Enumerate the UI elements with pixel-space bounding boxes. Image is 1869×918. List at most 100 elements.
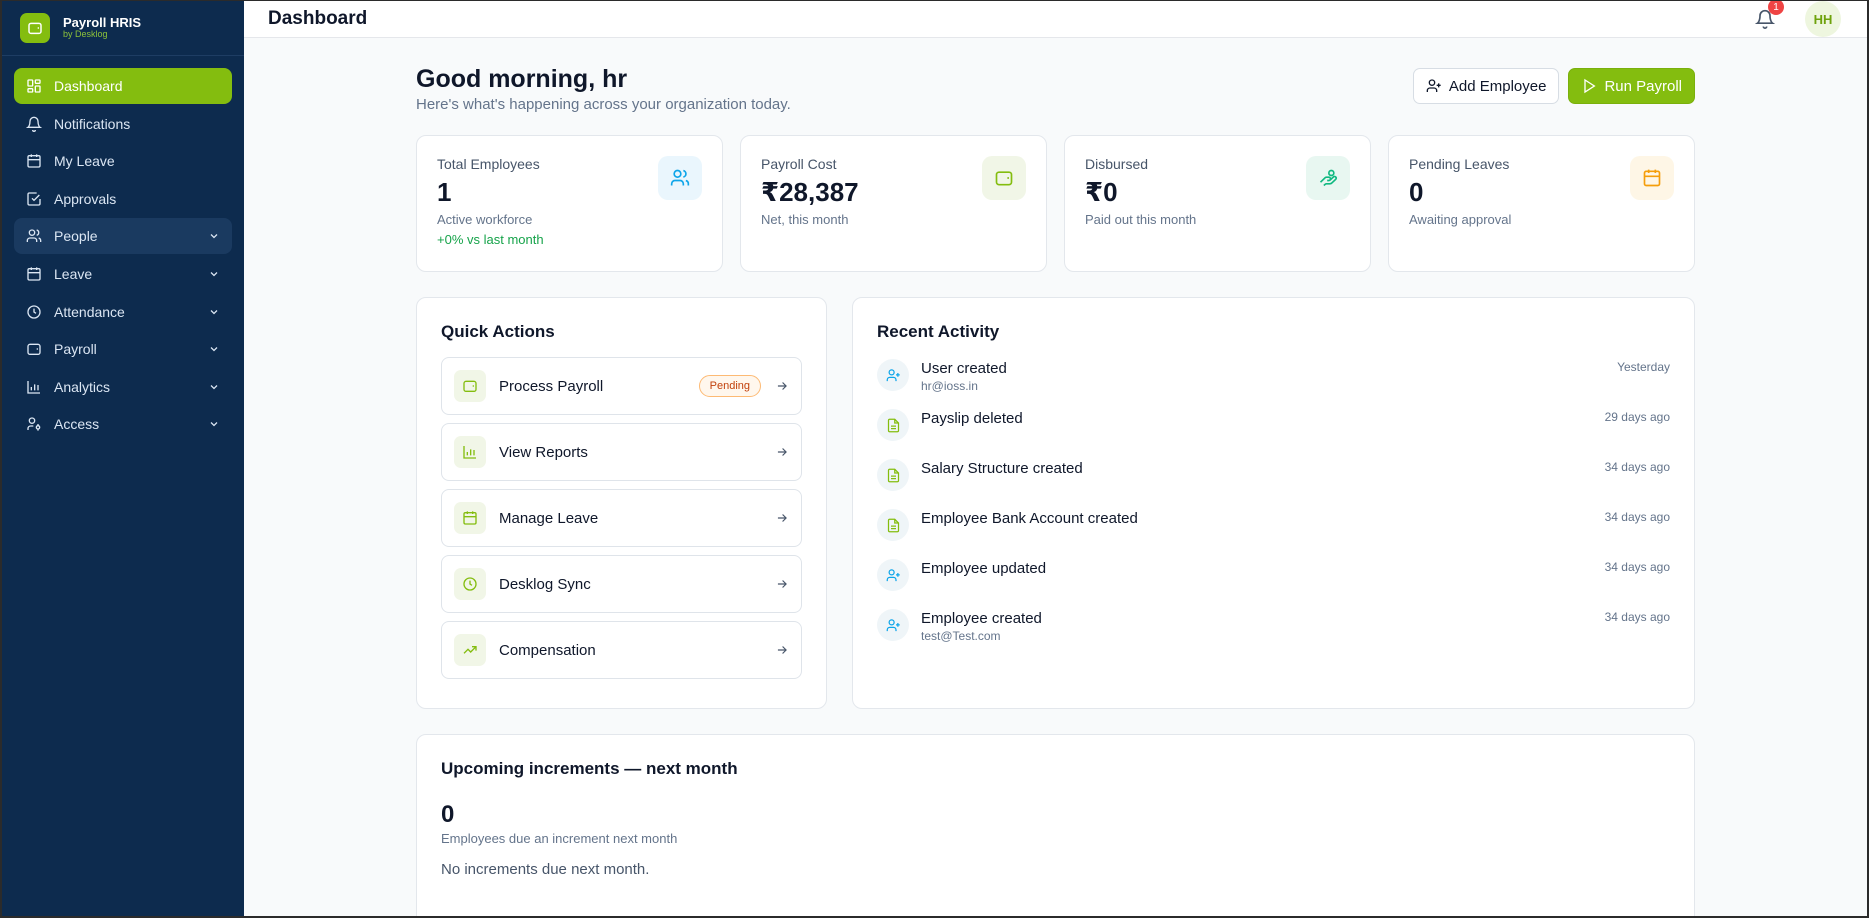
quick-action-compensation[interactable]: Compensation <box>441 621 802 679</box>
wallet-icon <box>982 156 1026 200</box>
file-text-icon <box>877 409 909 441</box>
sidebar-item-label: My Leave <box>54 153 115 170</box>
check-square-icon <box>27 192 41 206</box>
activity-time: 34 days ago <box>1604 560 1670 574</box>
file-text-icon <box>877 459 909 491</box>
quick-action-view-reports[interactable]: View Reports <box>441 423 802 481</box>
activity-item: Salary Structure created 34 days ago <box>877 458 1670 508</box>
run-payroll-label: Run Payroll <box>1604 77 1682 95</box>
sidebar-item-my-leave[interactable]: My Leave <box>14 143 232 179</box>
avatar[interactable]: HH <box>1805 1 1841 37</box>
sidebar-item-analytics[interactable]: Analytics <box>14 369 232 405</box>
increments-title: Upcoming increments — next month <box>441 759 738 778</box>
calendar-icon <box>454 502 486 534</box>
quick-action-label: View Reports <box>499 443 588 461</box>
chevron-down-icon[interactable] <box>208 230 220 242</box>
activity-time: 34 days ago <box>1604 610 1670 624</box>
sidebar-nav: Dashboard Notifications My Leave Approva… <box>2 56 244 456</box>
activity-item: User created hr@ioss.in Yesterday <box>877 358 1670 408</box>
recent-activity-title: Recent Activity <box>877 322 1000 341</box>
stat-card-pending-leaves: Pending Leaves 0 Awaiting approval <box>1388 135 1695 272</box>
activity-title: Employee updated <box>921 560 1047 577</box>
activity-title: User created <box>921 360 1007 377</box>
stat-card-disbursed: Disbursed ₹0 Paid out this month <box>1064 135 1371 272</box>
add-employee-label: Add Employee <box>1448 77 1547 95</box>
chevron-down-icon[interactable] <box>208 418 220 430</box>
arrow-right-icon <box>777 514 787 522</box>
stat-sub: Active workforce <box>437 212 533 227</box>
stat-sub: Awaiting approval <box>1409 212 1512 227</box>
run-payroll-button[interactable]: Run Payroll <box>1568 68 1695 104</box>
add-employee-button[interactable]: Add Employee <box>1412 68 1560 104</box>
bell-icon <box>26 116 42 132</box>
increments-empty-state: No increments due next month. <box>441 861 650 878</box>
activity-item: Employee created test@Test.com 34 days a… <box>877 608 1670 658</box>
user-plus-icon <box>877 609 909 641</box>
activity-time: Yesterday <box>1617 360 1670 374</box>
quick-action-process-payroll[interactable]: Process Payroll Pending <box>441 357 802 415</box>
quick-actions-card: Quick Actions Process Payroll Pending Vi… <box>416 297 827 709</box>
sidebar-item-access[interactable]: Access <box>14 406 232 442</box>
calendar-icon <box>27 267 41 281</box>
sidebar-item-people[interactable]: People <box>14 218 232 255</box>
recent-activity-card: Recent Activity User created hr@ioss.in … <box>852 297 1695 709</box>
wallet-icon <box>454 370 486 402</box>
quick-action-desklog-sync[interactable]: Desklog Sync <box>441 555 802 613</box>
activity-time: 29 days ago <box>1604 410 1670 424</box>
chevron-down-icon[interactable] <box>208 306 220 318</box>
chevron-down-icon[interactable] <box>208 268 220 280</box>
sidebar-item-label: Payroll <box>54 341 97 358</box>
clock-icon <box>454 568 486 600</box>
activity-title: Payslip deleted <box>921 410 1023 427</box>
upcoming-increments-card: Upcoming increments — next month 0 Emplo… <box>416 734 1695 916</box>
topbar: Dashboard 1 HH <box>244 1 1867 38</box>
activity-item: Employee Bank Account created 34 days ag… <box>877 508 1670 558</box>
sidebar-item-approvals[interactable]: Approvals <box>14 181 232 217</box>
quick-action-label: Compensation <box>499 641 596 659</box>
user-key-icon <box>27 417 41 432</box>
activity-title: Employee created <box>921 610 1042 627</box>
notifications-button[interactable]: 1 <box>1754 1 1784 31</box>
stat-trend: +0% vs last month <box>437 232 544 247</box>
brand[interactable]: Payroll HRIS by Desklog <box>2 1 244 56</box>
quick-actions-title: Quick Actions <box>441 322 555 341</box>
sidebar-item-label: People <box>54 228 98 245</box>
calendar-icon <box>27 154 41 168</box>
quick-action-manage-leave[interactable]: Manage Leave <box>441 489 802 547</box>
sidebar-item-label: Attendance <box>54 303 125 320</box>
chevron-down-icon[interactable] <box>208 381 220 393</box>
notification-count-badge: 1 <box>1768 1 1784 15</box>
file-text-icon <box>877 509 909 541</box>
activity-title: Employee Bank Account created <box>921 510 1138 527</box>
activity-title: Salary Structure created <box>921 460 1083 477</box>
user-plus-icon <box>1426 79 1441 92</box>
arrow-right-icon <box>777 382 787 390</box>
arrow-right-icon <box>777 448 787 456</box>
stat-card-total-employees: Total Employees 1 Active workforce +0% v… <box>416 135 723 272</box>
increments-count: 0 <box>441 801 455 828</box>
sidebar-item-attendance[interactable]: Attendance <box>14 294 232 330</box>
greeting-title: Good morning, hr <box>416 65 628 93</box>
status-badge: Pending <box>698 375 761 397</box>
sidebar-item-label: Analytics <box>54 378 111 395</box>
main-area: Dashboard 1 HH Good morning, hr Here's w… <box>244 1 1867 916</box>
quick-action-label: Process Payroll <box>499 377 604 395</box>
quick-action-label: Desklog Sync <box>499 575 591 593</box>
clock-icon <box>27 304 41 319</box>
page-title: Dashboard <box>268 8 368 29</box>
dashboard-content: Good morning, hr Here's what's happening… <box>244 38 1695 916</box>
activity-subtitle: hr@ioss.in <box>921 379 978 393</box>
app-window: Payroll HRIS by Desklog Dashboard Notifi… <box>2 1 1867 916</box>
chevron-down-icon[interactable] <box>208 343 220 355</box>
greeting-subtitle: Here's what's happening across your orga… <box>416 96 791 113</box>
sidebar-item-notifications[interactable]: Notifications <box>14 106 232 142</box>
wallet-icon <box>27 343 41 356</box>
user-plus-icon <box>877 359 909 391</box>
sidebar-item-dashboard[interactable]: Dashboard <box>14 68 232 104</box>
activity-item: Payslip deleted 29 days ago <box>877 408 1670 458</box>
sidebar-item-payroll[interactable]: Payroll <box>14 331 232 367</box>
brand-subtitle: by Desklog <box>63 29 108 40</box>
activity-subtitle: test@Test.com <box>921 629 1001 643</box>
stat-sub: Paid out this month <box>1085 212 1197 227</box>
sidebar-item-leave[interactable]: Leave <box>14 256 232 292</box>
